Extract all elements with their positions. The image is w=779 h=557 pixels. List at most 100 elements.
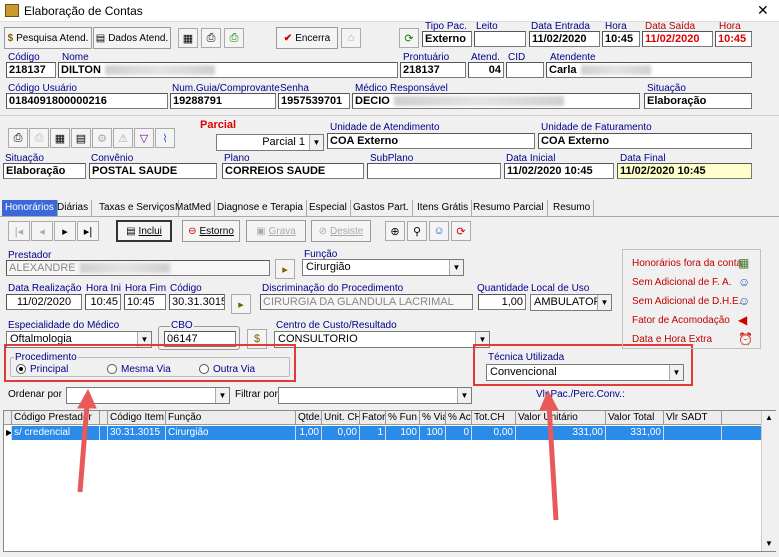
print-icon[interactable]: ⎙ — [201, 28, 221, 48]
column-header[interactable]: Vlr SADT — [664, 411, 722, 425]
ordenar-select[interactable]: ▼ — [66, 387, 230, 404]
grava-button[interactable]: ▣ Grava — [246, 220, 306, 242]
column-spacer[interactable] — [100, 411, 108, 425]
scroll-up-icon[interactable]: ▲ — [765, 413, 773, 422]
local-uso-select[interactable]: AMBULATORI ▼ — [530, 294, 612, 311]
tab-itens-gratis[interactable]: Itens Grátis — [414, 200, 473, 216]
tab-diagnose-e-terapia[interactable]: Diagnose e Terapia — [214, 200, 307, 216]
tab-resumo-parcial[interactable]: Resumo Parcial — [470, 200, 548, 216]
refresh-icon[interactable]: ⟳ — [399, 28, 419, 48]
radio-mesma-via[interactable]: Mesma Via — [107, 364, 171, 375]
discriminacao-field[interactable]: CIRURGIA DA GLANDULA LACRIMAL — [260, 294, 473, 310]
column-header[interactable]: % Fun — [386, 411, 420, 425]
encerra-button[interactable]: ✔ Encerra — [276, 27, 338, 49]
subplano-field[interactable] — [367, 163, 501, 179]
radio-principal[interactable]: Principal — [16, 364, 68, 375]
tecnica-select[interactable]: Convencional ▼ — [486, 364, 684, 381]
tipo-pac-field[interactable]: Externo — [422, 31, 472, 47]
warning-icon[interactable]: ⚠ — [113, 128, 133, 148]
senha-field[interactable]: 1957539701 — [278, 93, 350, 109]
quantidade-field[interactable]: 1,00 — [478, 294, 526, 310]
hora-ini-field[interactable]: 10:45 — [85, 294, 121, 310]
funcao-select[interactable]: Cirurgião ▼ — [302, 259, 464, 276]
tab-honorarios[interactable]: Honorários — [2, 200, 58, 216]
column-header[interactable]: Código Prestador — [12, 411, 100, 425]
desiste-button[interactable]: ⊘ Desiste — [311, 220, 371, 242]
first-record-icon[interactable]: |◂ — [8, 221, 30, 241]
codigo-usuario-field[interactable]: 0184091800000216 — [6, 93, 168, 109]
tab-especial[interactable]: Especial — [306, 200, 351, 216]
refresh-icon[interactable]: ⟳ — [451, 221, 471, 241]
procedure-code-field[interactable]: 30.31.3015 — [169, 294, 225, 310]
zoom-icon[interactable]: ⊕ — [385, 221, 405, 241]
grid-icon[interactable]: ▦ — [50, 128, 70, 148]
medico-field[interactable]: DECIO — [352, 93, 640, 109]
scroll-down-icon[interactable]: ▼ — [765, 539, 773, 548]
hora-saida-field[interactable]: 10:45 — [715, 31, 752, 47]
vertical-scrollbar[interactable]: ▲ ▼ — [761, 411, 776, 551]
column-header[interactable]: Unit. CH — [322, 411, 360, 425]
column-header[interactable]: % Acr — [446, 411, 472, 425]
hora-entrada-field[interactable]: 10:45 — [602, 31, 640, 47]
column-header[interactable]: Fator — [360, 411, 386, 425]
data-entrada-field[interactable]: 11/02/2020 — [529, 31, 600, 47]
unidade-atend-field[interactable]: COA Externo — [327, 133, 535, 149]
prestador-field[interactable]: ALEXANDRE — [6, 260, 270, 276]
hora-fim-field[interactable]: 10:45 — [124, 294, 166, 310]
lock-icon[interactable]: ⌂ — [341, 28, 361, 48]
unidade-fat-field[interactable]: COA Externo — [538, 133, 752, 149]
procedure-lookup-icon[interactable]: ▸ — [231, 294, 251, 314]
person-search-icon[interactable]: ☺ — [429, 221, 449, 241]
tab-resumo[interactable]: Resumo — [550, 200, 595, 216]
pesquisa-atend-button[interactable]: $ Pesquisa Atend. — [4, 27, 92, 49]
codigo-field[interactable]: 218137 — [6, 62, 56, 78]
prontuario-field[interactable]: 218137 — [400, 62, 466, 78]
cid-field[interactable] — [506, 62, 544, 78]
grid-icon[interactable]: ▦ — [178, 28, 198, 48]
data-saida-field[interactable]: 11/02/2020 — [642, 31, 713, 47]
attachment-icon[interactable]: ⌇ — [155, 128, 175, 148]
tab-diarias[interactable]: Diárias — [54, 200, 93, 216]
tab-taxas-e-servicos[interactable]: Taxas e Serviços — [96, 200, 179, 216]
next-record-icon[interactable]: ▸ — [54, 221, 76, 241]
centro-custo-select[interactable]: CONSULTORIO ▼ — [274, 331, 490, 348]
column-header[interactable]: Código Item — [108, 411, 166, 425]
data-inicial-field[interactable]: 11/02/2020 10:45 — [504, 163, 614, 179]
filter-icon[interactable]: ▽ — [134, 128, 154, 148]
tab-gastos-part[interactable]: Gastos Part. — [350, 200, 413, 216]
last-record-icon[interactable]: ▸| — [77, 221, 99, 241]
parcial-situacao-field[interactable]: Elaboração — [3, 163, 86, 179]
estorno-button[interactable]: ⊖ Estorno — [182, 220, 240, 242]
column-header[interactable]: Qtde. — [296, 411, 322, 425]
radio-outra-via[interactable]: Outra Via — [199, 364, 255, 375]
column-header[interactable]: Valor Unitário — [516, 411, 606, 425]
atend-field[interactable]: 04 — [468, 62, 504, 78]
nome-field[interactable]: DILTON — [58, 62, 398, 78]
previous-record-icon[interactable]: ◂ — [31, 221, 53, 241]
convenio-field[interactable]: POSTAL SAUDE — [89, 163, 217, 179]
document-icon[interactable]: ▤ — [71, 128, 91, 148]
leito-field[interactable] — [474, 31, 526, 47]
print-disabled-icon[interactable]: ⎙ — [29, 128, 49, 148]
settings-icon[interactable]: ⚙ — [92, 128, 112, 148]
prestador-lookup-icon[interactable]: ▸ — [275, 259, 295, 279]
print-preview-icon[interactable]: ⎙ — [224, 28, 244, 48]
plano-field[interactable]: CORREIOS SAUDE — [222, 163, 364, 179]
close-icon[interactable]: ✕ — [757, 2, 769, 19]
column-header[interactable]: Valor Total — [606, 411, 664, 425]
parcial-select[interactable]: Parcial 1 ▼ — [216, 134, 324, 151]
atendente-field[interactable]: Carla — [546, 62, 752, 78]
dados-atend-button[interactable]: ▤ Dados Atend. — [93, 27, 171, 49]
filtrar-select[interactable]: ▼ — [278, 387, 472, 404]
binoculars-icon[interactable]: ⚲ — [407, 221, 427, 241]
data-realizacao-field[interactable]: 11/02/2020 — [6, 294, 82, 310]
tab-matmed[interactable]: MatMed — [172, 200, 216, 216]
num-guia-field[interactable]: 19288791 — [170, 93, 276, 109]
data-final-field[interactable]: 11/02/2020 10:45 — [617, 163, 752, 179]
inclui-button[interactable]: ▤ Inclui — [116, 220, 172, 242]
situacao-field[interactable]: Elaboração — [644, 93, 752, 109]
column-header[interactable]: Tot.CH — [472, 411, 516, 425]
column-header[interactable]: Função — [166, 411, 296, 425]
column-header[interactable]: % Via — [420, 411, 446, 425]
table-row[interactable]: ▶ s/ credencial 30.31.3015 Cirurgião 1,00 0,0… — [4, 426, 761, 440]
